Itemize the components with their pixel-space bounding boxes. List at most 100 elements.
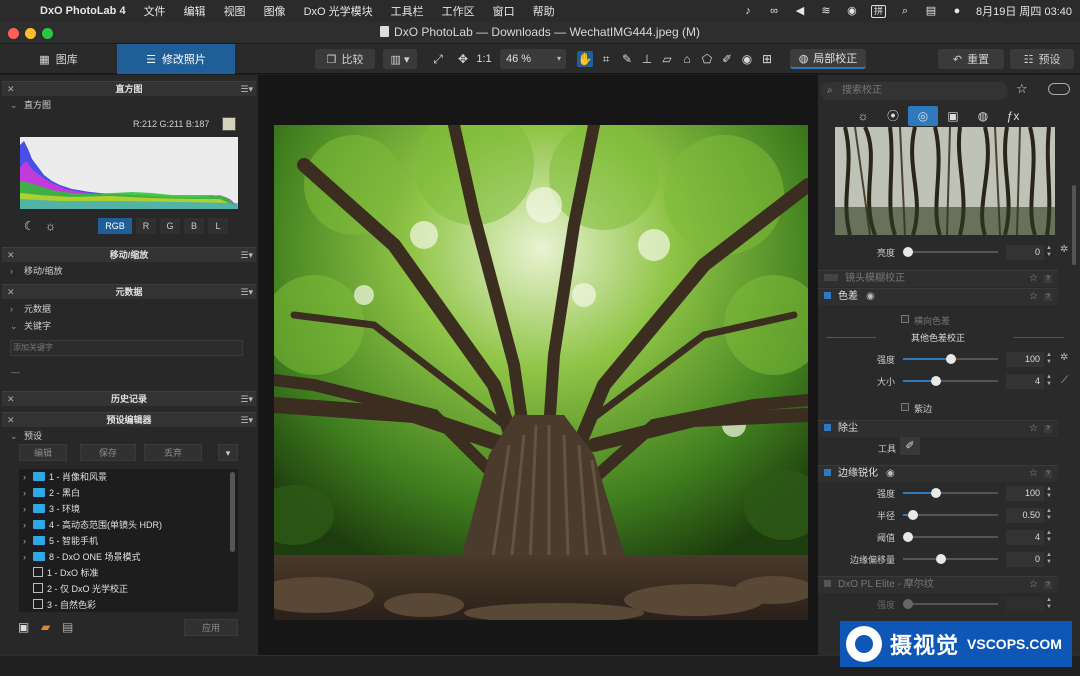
moon-icon[interactable]: ☾: [24, 219, 35, 233]
edge-sharpen-section[interactable]: 边缘锐化 ◉ ☆?: [818, 465, 1058, 482]
preset-folder[interactable]: › 4 - 高动态范围(单镜头 HDR): [19, 517, 238, 533]
eye-icon[interactable]: ◉: [886, 468, 895, 479]
eye-icon[interactable]: ◉: [739, 51, 755, 67]
zoom-select[interactable]: 46 % ▾: [500, 49, 566, 69]
preset-dropdown-button[interactable]: ▾: [218, 444, 238, 461]
slider-knob[interactable]: [902, 532, 913, 542]
help-icon[interactable]: ?: [1044, 293, 1052, 301]
preset-copy-icon[interactable]: ▤: [62, 620, 73, 634]
slider-knob[interactable]: [902, 247, 913, 257]
clock[interactable]: 8月19日 周四 03:40: [976, 3, 1072, 19]
menu-window[interactable]: 窗口: [493, 3, 515, 19]
wifi-icon[interactable]: ≋: [819, 5, 833, 17]
eye-icon[interactable]: ◉: [866, 291, 875, 302]
new-preset-icon[interactable]: ▣: [18, 620, 29, 634]
tab-light-icon[interactable]: ☼: [848, 106, 878, 126]
panel-menu-icon[interactable]: ☰▾: [240, 392, 253, 406]
es-edge-bias-slider[interactable]: [903, 554, 998, 564]
tab-effects-icon[interactable]: ƒx: [998, 106, 1028, 126]
es-radius-slider[interactable]: [903, 510, 998, 520]
channel-g-button[interactable]: G: [160, 218, 180, 234]
slider-knob[interactable]: [931, 488, 942, 498]
stepper-icon[interactable]: ▲ ▼: [1046, 597, 1053, 611]
menu-toolbar[interactable]: 工具栏: [391, 3, 424, 19]
compare-button[interactable]: ❐ 比较: [315, 49, 375, 69]
close-icon[interactable]: ✕: [7, 82, 15, 96]
app-menu[interactable]: DxO PhotoLab 4: [40, 5, 126, 17]
grid-overlay-icon[interactable]: ⊞: [759, 51, 775, 67]
slider-knob[interactable]: [902, 599, 913, 609]
panel-menu-icon[interactable]: ☰▾: [240, 248, 253, 262]
preset-discard-button[interactable]: 丢弃: [144, 444, 202, 461]
repair-tool-icon[interactable]: ✐: [900, 437, 920, 455]
creative-cloud-icon[interactable]: ∞: [767, 5, 781, 17]
slider-knob[interactable]: [907, 510, 918, 520]
preset-item[interactable]: 2 - 仅 DxO 光学校正: [19, 581, 238, 597]
menu-optics[interactable]: DxO 光学模块: [304, 3, 373, 19]
metadata-panel-header[interactable]: ✕ 元数据 ☰▾: [2, 284, 256, 299]
preset-button[interactable]: ☷ 预设: [1010, 49, 1074, 69]
tab-geometry-icon[interactable]: ▣: [938, 106, 968, 126]
preset-item[interactable]: 3 - 自然色彩: [19, 597, 238, 612]
help-icon[interactable]: ?: [1044, 581, 1052, 589]
menu-file[interactable]: 文件: [144, 3, 166, 19]
crop-icon[interactable]: ⌗: [598, 51, 614, 67]
stepper-icon[interactable]: ▲ ▼: [1046, 352, 1053, 366]
preset-row[interactable]: ⌄ 预设: [2, 429, 256, 443]
slider-knob[interactable]: [931, 376, 942, 386]
histogram-row[interactable]: ⌄ 直方图: [2, 98, 256, 112]
preset-scrollbar[interactable]: [230, 472, 235, 552]
stepper-icon[interactable]: ▲ ▼: [1046, 374, 1053, 388]
history-panel-header[interactable]: ✕ 历史记录 ☰▾: [2, 391, 256, 406]
photo-banyan-tree[interactable]: [274, 125, 808, 620]
panel-menu-icon[interactable]: ☰▾: [240, 82, 253, 96]
help-icon[interactable]: ?: [1044, 275, 1052, 283]
channel-l-button[interactable]: L: [208, 218, 228, 234]
preset-folder[interactable]: › 8 - DxO ONE 场景模式: [19, 549, 238, 565]
purple-fringe-checkbox[interactable]: [901, 403, 909, 411]
brightness-slider[interactable]: [902, 247, 998, 257]
es-intensity-slider[interactable]: [903, 488, 998, 498]
move-icon[interactable]: ✥: [455, 51, 471, 67]
es-intensity-value-input[interactable]: 100: [1006, 486, 1044, 501]
sun-icon[interactable]: ☼: [45, 219, 56, 233]
keyword-input[interactable]: 添加关键字: [10, 340, 243, 356]
moire-section[interactable]: DxO PL Elite - 摩尔纹 ☆?: [818, 576, 1058, 593]
panel-menu-icon[interactable]: ☰▾: [240, 413, 253, 427]
es-radius-value-input[interactable]: 0.50: [1006, 508, 1044, 523]
eyedropper-icon[interactable]: ⟋: [1061, 375, 1068, 386]
preset-item[interactable]: 1 - DxO 标准: [19, 565, 238, 581]
search-icon[interactable]: ⌕: [898, 5, 912, 17]
perspective-icon[interactable]: ⏥: [659, 51, 675, 67]
close-icon[interactable]: ✕: [7, 392, 15, 406]
moire-intensity-value-input[interactable]: [1006, 597, 1044, 612]
dust-removal-section[interactable]: 除尘 ☆?: [818, 420, 1058, 437]
ca-intensity-value-input[interactable]: 100: [1006, 352, 1044, 367]
channel-b-button[interactable]: B: [184, 218, 204, 234]
reset-button[interactable]: ↶ 重置: [938, 49, 1004, 69]
repair-icon[interactable]: ✐: [719, 51, 735, 67]
stepper-icon[interactable]: ▲ ▼: [1046, 245, 1053, 259]
close-icon[interactable]: ✕: [7, 285, 15, 299]
menu-workspace[interactable]: 工作区: [442, 3, 475, 19]
preset-editor-panel-header[interactable]: ✕ 预设编辑器 ☰▾: [2, 412, 256, 427]
metadata-row[interactable]: › 元数据: [2, 302, 256, 316]
stepper-icon[interactable]: ▲ ▼: [1046, 508, 1053, 522]
image-viewer[interactable]: [258, 75, 818, 655]
star-icon[interactable]: ☆: [1029, 271, 1038, 287]
star-icon[interactable]: ☆: [1016, 81, 1028, 97]
close-icon[interactable]: ✕: [7, 413, 15, 427]
histogram-panel-header[interactable]: ✕ 直方图 ☰▾: [2, 81, 256, 96]
control-center-icon[interactable]: ▤: [924, 5, 938, 17]
star-icon[interactable]: ☆: [1029, 577, 1038, 593]
es-threshold-value-input[interactable]: 4: [1006, 530, 1044, 545]
preset-save-button[interactable]: 保存: [80, 444, 136, 461]
bell-icon[interactable]: ♪: [741, 5, 755, 17]
help-icon[interactable]: ?: [1044, 425, 1052, 433]
section-toggle[interactable]: [824, 274, 838, 281]
right-panel-scrollbar[interactable]: [1072, 185, 1076, 265]
preset-folder[interactable]: › 3 - 环境: [19, 501, 238, 517]
split-view-button[interactable]: ▥ ▾: [383, 49, 417, 69]
volume-deformation-icon[interactable]: ⌂: [679, 51, 695, 67]
menu-help[interactable]: 帮助: [533, 3, 555, 19]
